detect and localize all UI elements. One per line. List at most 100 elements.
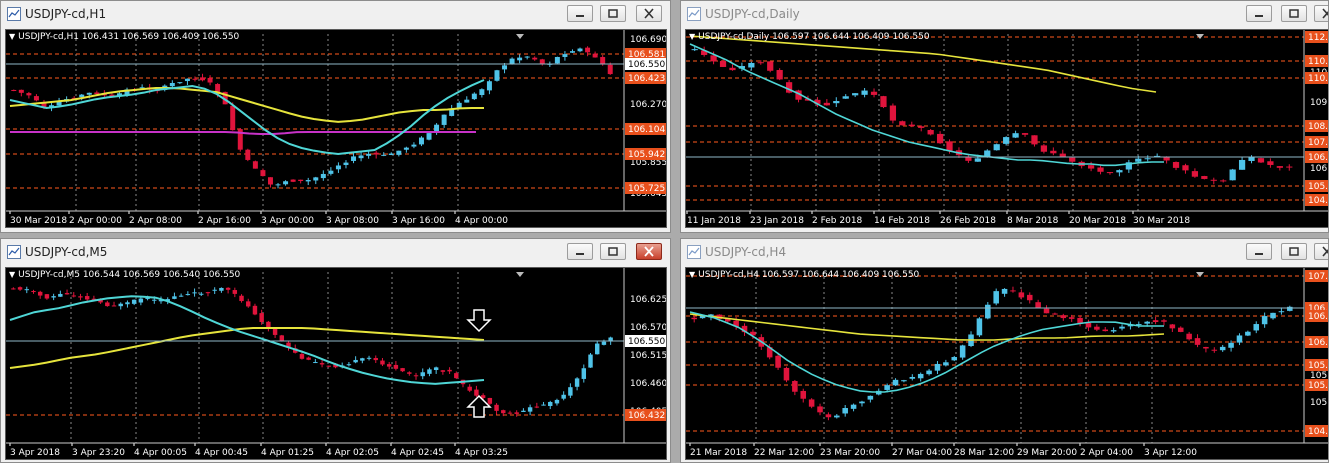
candle-body (1035, 302, 1041, 308)
chart-area[interactable]: 106.625106.570106.515106.460106.405106.5… (5, 267, 667, 460)
close-button[interactable] (1314, 243, 1328, 260)
restore-button[interactable] (1281, 243, 1307, 260)
price-level-label: 110.1 (1308, 74, 1329, 84)
candle-body (386, 364, 392, 367)
candle-body (548, 401, 553, 407)
restore-button[interactable] (1281, 5, 1307, 22)
candle-body (577, 48, 583, 52)
candle-body (11, 288, 16, 290)
time-tick-label: 3 Apr 16:00 (392, 216, 445, 226)
candle-body (252, 305, 258, 315)
restore-icon (1289, 247, 1299, 256)
ohlc-readout: USDJPY-cd,H4 106.597 106.644 106.409 106… (698, 270, 920, 280)
time-tick-label: 23 Mar 20:00 (820, 448, 880, 458)
candle-body (199, 293, 204, 295)
candle-body (232, 290, 238, 294)
candle-body (403, 147, 409, 150)
close-button[interactable] (1314, 5, 1328, 22)
minimize-button[interactable] (1246, 5, 1272, 22)
candle-body (192, 292, 197, 294)
candle-body (825, 414, 832, 418)
candle-body (169, 82, 175, 87)
window-titlebar[interactable]: USDJPY-cd,H1 (1, 1, 670, 29)
time-tick-label: 30 Mar 2018 (10, 216, 67, 226)
candle-body (1261, 316, 1268, 325)
time-tick-label: 11 Jan 2018 (687, 216, 741, 226)
minimize-icon (1255, 15, 1263, 17)
chart-header: ▼ USDJPY-cd,Daily 106.597 106.644 106.409… (689, 32, 930, 42)
candle-body (1060, 315, 1067, 319)
minimize-button[interactable] (1246, 243, 1272, 260)
price-level-label: 108.0 (1308, 122, 1329, 132)
candle-body (440, 370, 446, 372)
candle-body (145, 298, 150, 300)
chart-shift-marker-icon[interactable] (516, 34, 524, 39)
restore-button[interactable] (600, 5, 626, 22)
candle-body (467, 386, 472, 391)
candle-body (1182, 165, 1189, 171)
candle-body (514, 412, 519, 414)
candle-body (601, 341, 607, 345)
candle-body (554, 399, 560, 404)
restore-button[interactable] (600, 243, 626, 260)
minimize-button[interactable] (567, 5, 593, 22)
candle-body (974, 158, 981, 162)
chart-area[interactable]: 107.0106.5106.4106.0105.6105.3105.0104.6… (685, 267, 1329, 460)
time-tick-label: 30 Mar 2018 (1133, 216, 1190, 226)
candle-body (823, 102, 830, 106)
chart-header: ▼ USDJPY-cd,H1 106.431 106.569 106.409 10… (9, 32, 239, 42)
candle-body (870, 91, 878, 95)
candle-body (501, 410, 506, 414)
candle-body (411, 144, 417, 147)
time-tick-label: 28 Mar 12:00 (954, 448, 1014, 458)
close-button[interactable] (636, 5, 662, 22)
price-level-label: 106.432 (628, 411, 665, 421)
time-tick-label: 26 Feb 2018 (940, 216, 996, 226)
window-titlebar[interactable]: USDJPY-cd,H4 (681, 239, 1328, 267)
price-level-label: 105.3 (1308, 381, 1329, 391)
candle-body (1097, 167, 1104, 172)
candle-body (908, 124, 915, 127)
chart-shift-marker-icon[interactable] (516, 272, 524, 277)
candle-body (326, 365, 331, 367)
chart-window-h4[interactable]: USDJPY-cd,H4 107.0106.5106.4106.0105.610… (680, 238, 1329, 463)
close-button[interactable] (636, 243, 662, 260)
candle-body (1069, 157, 1076, 162)
candle-body (1248, 157, 1255, 161)
candle-body (1211, 349, 1218, 351)
window-titlebar[interactable]: USDJPY-cd,Daily (681, 1, 1328, 29)
price-tick-label: 106.570 (630, 323, 667, 333)
buy-arrow-icon[interactable] (466, 394, 492, 418)
chart-window-daily[interactable]: USDJPY-cd,Daily 112.1 110.9 110.1 109.1 108.… (680, 0, 1329, 233)
time-tick-label: 2 Apr 04:00 (1080, 448, 1133, 458)
window-titlebar[interactable]: USDJPY-cd,M5 (1, 239, 670, 267)
candle-body (574, 378, 580, 387)
candle-body (959, 345, 966, 358)
candle-body (517, 57, 523, 61)
candle-body (454, 373, 459, 379)
ma-long-line (10, 131, 476, 135)
candle-body (479, 89, 485, 96)
minimize-button[interactable] (567, 243, 593, 260)
ma-fast-line (9, 295, 485, 385)
candle-body (1238, 159, 1246, 170)
candle-body (413, 375, 419, 377)
candle-body (532, 57, 538, 60)
candle-body (259, 313, 264, 323)
candle-body (51, 296, 56, 298)
sell-arrow-icon[interactable] (466, 309, 492, 333)
candle-body (319, 363, 325, 365)
chart-window-h1[interactable]: USDJPY-cd,H1 106.690106.480106.270106.06… (0, 0, 671, 233)
chart-area[interactable]: 112.1 110.9 110.1 109.1 108.0 107.5 106.5106.0… (685, 29, 1329, 228)
chart-area[interactable]: 106.690106.480106.270106.065105.855105.6… (5, 29, 667, 228)
candle-body (509, 58, 515, 65)
candle-body (1228, 342, 1234, 348)
candle-body (502, 65, 508, 70)
candle-body (335, 165, 341, 170)
chart-window-m5[interactable]: USDJPY-cd,M5 106.625 106.570 106.515 106.46… (0, 238, 671, 463)
candle-body (441, 114, 447, 125)
candle-body (1026, 294, 1033, 301)
price-tick-label: 106.515 (630, 351, 667, 361)
candle-body (1287, 306, 1293, 311)
price-tick-label: 106.690 (630, 35, 667, 45)
